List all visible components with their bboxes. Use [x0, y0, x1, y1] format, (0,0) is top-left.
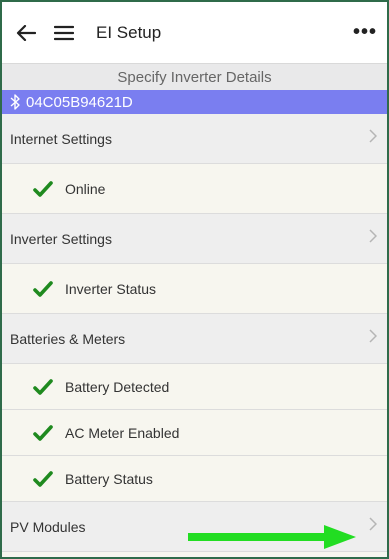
device-bar[interactable]: 04C05B94621D	[2, 90, 387, 114]
chevron-right-icon	[369, 329, 378, 348]
back-arrow-icon[interactable]	[14, 21, 38, 45]
app-screen: EI Setup ••• Specify Inverter Details 04…	[2, 2, 387, 557]
more-options-icon[interactable]: •••	[353, 21, 377, 44]
section-label: Inverter Settings	[10, 230, 112, 247]
section-label: Batteries & Meters	[10, 330, 126, 347]
chevron-right-icon	[369, 517, 378, 536]
hamburger-menu-icon[interactable]	[52, 21, 76, 45]
page-subtitle: Specify Inverter Details	[2, 64, 387, 90]
app-title: EI Setup	[96, 22, 162, 42]
section-row-internet-settings[interactable]: Internet Settings	[2, 114, 387, 164]
status-label: Battery Status	[65, 470, 153, 487]
chevron-right-icon	[369, 229, 378, 248]
checkmark-icon	[33, 470, 55, 487]
section-row-batteries-meters[interactable]: Batteries & Meters	[2, 314, 387, 364]
status-label: AC Meter Enabled	[65, 424, 180, 441]
device-id: 04C05B94621D	[26, 93, 133, 111]
annotation-arrow-icon	[188, 525, 356, 549]
chevron-right-icon	[369, 129, 378, 148]
status-item-battery-status: Battery Status	[2, 456, 387, 502]
checkmark-icon	[33, 378, 55, 395]
status-item-online: Online	[2, 164, 387, 214]
bluetooth-icon	[10, 94, 20, 110]
app-bar: EI Setup •••	[2, 2, 387, 64]
section-row-inverter-settings[interactable]: Inverter Settings	[2, 214, 387, 264]
status-label: Online	[65, 180, 106, 197]
status-item-battery-detected: Battery Detected	[2, 364, 387, 410]
checkmark-icon	[33, 180, 55, 197]
settings-list: Internet Settings Online Inverter Settings…	[2, 114, 387, 552]
checkmark-icon	[33, 424, 55, 441]
status-item-inverter-status: Inverter Status	[2, 264, 387, 314]
status-label: Battery Detected	[65, 378, 170, 395]
status-item-ac-meter-enabled: AC Meter Enabled	[2, 410, 387, 456]
status-label: Inverter Status	[65, 280, 157, 297]
checkmark-icon	[33, 280, 55, 297]
section-label: Internet Settings	[10, 130, 112, 147]
